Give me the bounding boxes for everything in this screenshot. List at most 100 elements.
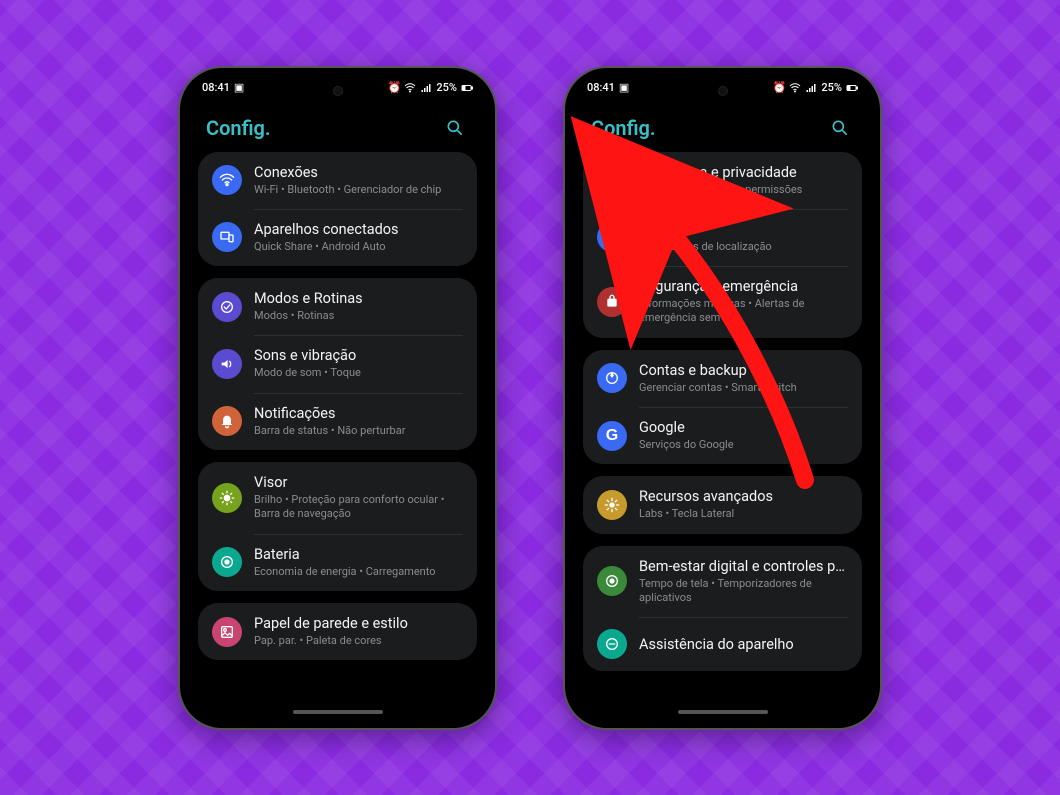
sounds-icon — [212, 349, 242, 379]
page-title: Config. — [206, 116, 271, 140]
settings-item-title: Segurança e privacidade — [639, 164, 802, 181]
signal-icon — [805, 82, 817, 94]
settings-item-subtitle: Serviços do Google — [639, 438, 734, 452]
search-button[interactable] — [826, 114, 854, 142]
settings-group: Conexões Wi-Fi • Bluetooth • Gerenciador … — [198, 152, 477, 267]
settings-item-local[interactable]: Local Solicitações de localização — [583, 209, 862, 266]
modes-icon — [212, 292, 242, 322]
settings-item-aparelhos-conectados[interactable]: Aparelhos conectados Quick Share • Androi… — [198, 209, 477, 266]
settings-item-contas-e-backup[interactable]: Contas e backup Gerenciar contas • Smart … — [583, 350, 862, 407]
settings-item-bateria[interactable]: Bateria Economia de energia • Carregament… — [198, 534, 477, 591]
settings-item-title: Bem-estar digital e controles parentais — [639, 558, 848, 575]
battery-icon — [212, 547, 242, 577]
settings-item-recursos-avancados[interactable]: Recursos avançados Labs • Tecla Lateral — [583, 476, 862, 533]
settings-item-title: Visor — [254, 474, 463, 491]
settings-item-subtitle: Biometria • Gerenciar permissões — [639, 183, 802, 197]
search-button[interactable] — [441, 114, 469, 142]
settings-item-title: Papel de parede e estilo — [254, 615, 408, 632]
settings-item-title: Recursos avançados — [639, 488, 773, 505]
settings-item-subtitle: Brilho • Proteção para conforto ocular •… — [254, 493, 463, 522]
settings-item-title: Notificações — [254, 405, 405, 422]
app-header: Config. — [573, 100, 872, 152]
status-time: 08:41 — [202, 81, 230, 94]
wifi-status-icon — [404, 82, 416, 94]
wifi-icon — [212, 165, 242, 195]
settings-item-subtitle: Economia de energia • Carregamento — [254, 565, 436, 579]
settings-list[interactable]: Segurança e privacidade Biometria • Geren… — [573, 152, 872, 704]
annotation-arrow — [0, 0, 1060, 795]
battery-percent: 25% — [821, 81, 842, 94]
battery-percent: 25% — [436, 81, 457, 94]
settings-item-notificacoes[interactable]: NotificaçõesBarra de status • Não pertur… — [198, 393, 477, 450]
settings-item-subtitle: Modos • Rotinas — [254, 309, 363, 323]
settings-group: Bem-estar digital e controles parentais T… — [583, 546, 862, 672]
settings-item-title: Aparelhos conectados — [254, 221, 399, 238]
settings-item-title: Bateria — [254, 546, 436, 563]
settings-item-subtitle: Pap. par. • Paleta de cores — [254, 634, 408, 648]
settings-item-title: Assistência do aparelho — [639, 636, 794, 653]
nav-home-pill[interactable] — [678, 710, 768, 714]
alarm-icon: ⏰ — [388, 82, 400, 94]
settings-item-subtitle: Modo de som • Toque — [254, 366, 361, 380]
settings-item-title: Segurança e emergência — [639, 278, 848, 295]
notif-icon — [212, 406, 242, 436]
right-phone-screen: 08:41 ▣ ⏰ 25% Config. — [573, 76, 872, 720]
emergency-icon — [597, 287, 627, 317]
search-icon — [830, 118, 850, 138]
settings-list[interactable]: Conexões Wi-Fi • Bluetooth • Gerenciador … — [188, 152, 487, 704]
settings-item-conexoes[interactable]: Conexões Wi-Fi • Bluetooth • Gerenciador … — [198, 152, 477, 209]
settings-group: Contas e backup Gerenciar contas • Smart … — [583, 350, 862, 465]
settings-item-seguranca-e-privacidade[interactable]: Segurança e privacidade Biometria • Geren… — [583, 152, 862, 209]
settings-item-title: Conexões — [254, 164, 441, 181]
settings-item-subtitle: Quick Share • Android Auto — [254, 240, 399, 254]
settings-item-title: Google — [639, 419, 734, 436]
settings-item-google[interactable]: G Google Serviços do Google — [583, 407, 862, 464]
settings-item-bem-estar-digital-e-controles-parentais[interactable]: Bem-estar digital e controles parentais T… — [583, 546, 862, 618]
left-phone-screen: 08:41 ▣ ⏰ 25% Config. — [188, 76, 487, 720]
camera-notch — [718, 86, 728, 96]
status-time: 08:41 — [587, 81, 615, 94]
settings-item-title: Contas e backup — [639, 362, 797, 379]
settings-group: Visor Brilho • Proteção para conforto ocu… — [198, 462, 477, 591]
nav-bar[interactable] — [188, 704, 487, 720]
location-icon — [597, 222, 627, 252]
accounts-icon — [597, 363, 627, 393]
page-title: Config. — [591, 116, 656, 140]
screenshot-icon: ▣ — [619, 81, 629, 94]
settings-group: Recursos avançados Labs • Tecla Lateral — [583, 476, 862, 533]
screenshot-icon: ▣ — [234, 81, 244, 94]
advanced-icon — [597, 490, 627, 520]
nav-bar[interactable] — [573, 704, 872, 720]
settings-item-seguranca-e-emergencia[interactable]: Segurança e emergência Informações médica… — [583, 266, 862, 338]
settings-item-subtitle: Informações médicas • Alertas de emergên… — [639, 297, 848, 326]
settings-item-visor[interactable]: Visor Brilho • Proteção para conforto ocu… — [198, 462, 477, 534]
display-icon — [212, 483, 242, 513]
settings-item-title: Sons e vibração — [254, 347, 361, 364]
google-icon: G — [597, 421, 627, 451]
settings-item-subtitle: Wi-Fi • Bluetooth • Gerenciador de chip — [254, 183, 441, 197]
settings-item-papel-de-parede-e-estilo[interactable]: Papel de parede e estilo Pap. par. • Pale… — [198, 603, 477, 660]
settings-item-subtitle: Solicitações de localização — [639, 240, 772, 254]
settings-group: Papel de parede e estilo Pap. par. • Pale… — [198, 603, 477, 660]
settings-item-assistencia-do-aparelho[interactable]: Assistência do aparelho — [583, 617, 862, 671]
settings-item-sons-e-vibracao[interactable]: Sons e vibração Modo de som • Toque — [198, 335, 477, 392]
devices-icon — [212, 222, 242, 252]
left-phone-frame: 08:41 ▣ ⏰ 25% Config. — [180, 68, 495, 728]
battery-icon — [461, 82, 473, 94]
security-icon — [597, 165, 627, 195]
settings-item-subtitle: Labs • Tecla Lateral — [639, 507, 773, 521]
wallpaper-icon — [212, 617, 242, 647]
settings-item-title: Local — [639, 221, 772, 238]
settings-item-title: Modos e Rotinas — [254, 290, 363, 307]
settings-group: Segurança e privacidade Biometria • Geren… — [583, 152, 862, 338]
signal-icon — [420, 82, 432, 94]
settings-item-subtitle: Tempo de tela • Temporizadores de aplica… — [639, 577, 848, 606]
right-phone-frame: 08:41 ▣ ⏰ 25% Config. — [565, 68, 880, 728]
settings-group: Modos e Rotinas Modos • Rotinas Sons e vib… — [198, 278, 477, 450]
settings-item-subtitle: Gerenciar contas • Smart Switch — [639, 381, 797, 395]
wifi-status-icon — [789, 82, 801, 94]
settings-item-modos-e-rotinas[interactable]: Modos e Rotinas Modos • Rotinas — [198, 278, 477, 335]
nav-home-pill[interactable] — [293, 710, 383, 714]
battery-icon — [846, 82, 858, 94]
assist-icon — [597, 629, 627, 659]
